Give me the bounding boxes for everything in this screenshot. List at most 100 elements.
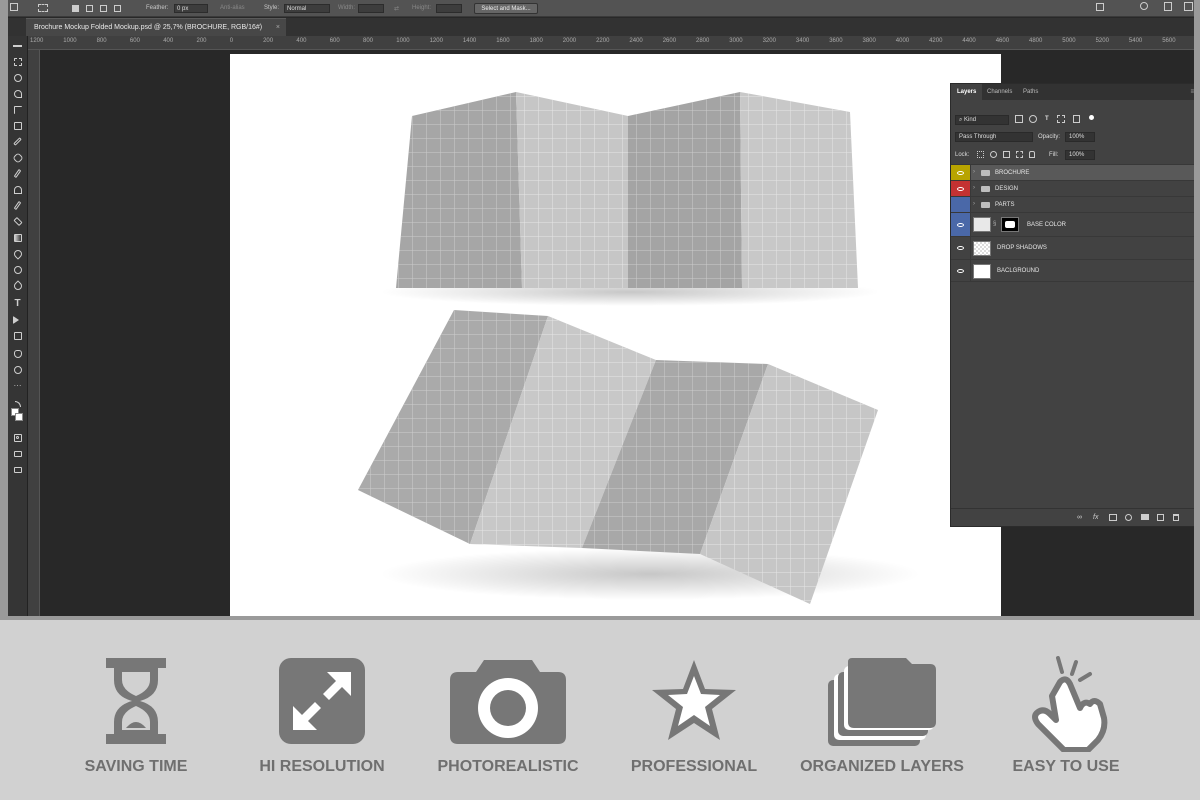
blend-mode-select[interactable]: Pass Through [955, 132, 1033, 142]
layer-row-parts[interactable]: › PARTS [951, 196, 1194, 212]
ruler-tick-label: 1200 [30, 38, 44, 44]
lock-pixels-icon[interactable] [990, 151, 997, 158]
antialias-checkbox[interactable]: Anti-alias [220, 5, 245, 11]
filter-shape-icon[interactable] [1057, 115, 1065, 123]
expand-arrows-icon [279, 658, 365, 744]
path-selection-tool-icon[interactable] [11, 314, 24, 325]
expand-chevron-icon[interactable]: › [973, 201, 975, 207]
width-input[interactable] [358, 4, 384, 13]
expand-chevron-icon[interactable]: › [973, 185, 975, 191]
visibility-eye-icon[interactable] [951, 237, 971, 259]
tab-paths[interactable]: Paths [1017, 84, 1044, 100]
feather-input[interactable]: 0 px [174, 4, 208, 13]
layer-thumbnail [973, 217, 991, 232]
layer-name: BROCHURE [995, 170, 1030, 176]
visibility-eye-icon[interactable] [951, 181, 971, 196]
visibility-toggle-off[interactable] [951, 197, 971, 212]
layer-row-brochure[interactable]: › BROCHURE [951, 164, 1194, 180]
style-select[interactable]: Normal [284, 4, 330, 13]
swap-icon[interactable]: ⇄ [394, 5, 399, 12]
screen-mode-icon[interactable] [11, 448, 24, 459]
hand-tool-icon[interactable] [11, 348, 24, 359]
subtract-selection-icon[interactable] [100, 5, 107, 12]
lock-artboard-icon[interactable] [1016, 151, 1023, 158]
height-input[interactable] [436, 4, 462, 13]
lock-position-icon[interactable] [1003, 151, 1010, 158]
tab-channels[interactable]: Channels [981, 84, 1018, 100]
layer-mask-thumbnail[interactable] [1001, 217, 1019, 232]
close-tab-icon[interactable]: × [276, 19, 280, 37]
document-tab[interactable]: Brochure Mockup Folded Mockup.psd @ 25,7… [26, 18, 286, 36]
add-mask-icon[interactable] [1109, 514, 1117, 521]
filter-smart-object-icon[interactable] [1073, 115, 1080, 123]
color-swatches[interactable] [11, 408, 24, 424]
layer-row-design[interactable]: › DESIGN [951, 180, 1194, 196]
visibility-eye-icon[interactable] [951, 213, 971, 236]
crop-tool-icon[interactable] [11, 104, 24, 115]
home-icon[interactable] [10, 3, 18, 11]
filter-kind-select[interactable]: ⌕ Kind [955, 115, 1009, 125]
rectangle-tool-icon[interactable] [11, 330, 24, 341]
share-icon[interactable] [1096, 3, 1104, 11]
quick-mask-icon[interactable] [11, 432, 24, 443]
ruler-tick-label: 2000 [562, 38, 577, 44]
new-selection-icon[interactable] [72, 5, 79, 12]
star-icon [652, 660, 736, 740]
link-layers-icon[interactable]: ∞ [1077, 514, 1082, 521]
tab-layers[interactable]: Layers [951, 84, 983, 100]
ruler-tick-label: 4000 [895, 38, 910, 44]
brush-tool-icon[interactable] [11, 168, 24, 179]
lock-transparent-icon[interactable] [977, 151, 984, 158]
ruler-tick-label: 1400 [462, 38, 477, 44]
workspace-icon[interactable] [1164, 2, 1172, 11]
new-group-icon[interactable] [1141, 514, 1149, 520]
more-tools-icon[interactable]: ··· [11, 380, 24, 391]
opacity-input[interactable]: 100% [1065, 132, 1095, 142]
history-brush-tool-icon[interactable] [11, 200, 24, 211]
frame-icon[interactable] [1184, 2, 1193, 11]
layer-row-drop-shadows[interactable]: DROP SHADOWS [951, 236, 1194, 259]
filter-adjustment-icon[interactable] [1029, 115, 1037, 123]
ruler-tick-label: 3600 [829, 38, 843, 44]
fill-input[interactable]: 100% [1065, 150, 1095, 160]
panel-menu-icon[interactable]: ≡ [1184, 84, 1194, 100]
lock-all-icon[interactable] [1029, 151, 1035, 158]
layer-row-background[interactable]: BACLGROUND [951, 259, 1194, 282]
add-selection-icon[interactable] [86, 5, 93, 12]
healing-brush-tool-icon[interactable] [11, 151, 24, 164]
frame-tool-icon[interactable] [11, 120, 24, 131]
type-tool-icon[interactable]: T [11, 298, 24, 309]
new-layer-icon[interactable] [1157, 514, 1164, 521]
visibility-eye-icon[interactable] [951, 260, 971, 281]
marquee-tool-icon[interactable] [38, 4, 48, 12]
move-tool-icon[interactable] [11, 40, 24, 51]
lasso-tool-icon[interactable] [11, 72, 24, 83]
document-canvas[interactable] [230, 54, 1001, 616]
filter-type-icon[interactable]: T [1045, 114, 1049, 125]
zoom-tool-icon[interactable] [11, 364, 24, 375]
quick-select-tool-icon[interactable] [11, 88, 24, 99]
pen-tool-icon[interactable] [11, 279, 24, 292]
eraser-tool-icon[interactable] [11, 216, 24, 227]
blur-tool-icon[interactable] [11, 247, 24, 260]
filter-pixel-icon[interactable] [1015, 115, 1023, 123]
layer-row-base-color[interactable]: § BASE COLOR [951, 212, 1194, 236]
dodge-tool-icon[interactable] [11, 264, 24, 275]
eyedropper-tool-icon[interactable] [11, 136, 24, 147]
visibility-eye-icon[interactable] [951, 165, 971, 180]
edit-toolbar-icon[interactable] [11, 464, 24, 475]
layer-style-icon[interactable]: fx [1093, 514, 1098, 521]
delete-layer-icon[interactable] [1173, 514, 1179, 521]
marquee-tool-icon[interactable] [11, 56, 24, 67]
panel-tabs: Layers Channels Paths ≡ [951, 84, 1194, 100]
intersect-selection-icon[interactable] [114, 5, 121, 12]
expand-chevron-icon[interactable]: › [973, 169, 975, 175]
background-color-swatch[interactable] [15, 413, 23, 421]
mask-link-icon[interactable]: § [993, 221, 996, 227]
select-and-mask-button[interactable]: Select and Mask... [474, 3, 538, 14]
search-icon[interactable] [1140, 2, 1148, 10]
clone-stamp-tool-icon[interactable] [11, 184, 24, 195]
filter-toggle-icon[interactable] [1089, 115, 1094, 120]
adjustment-layer-icon[interactable] [1125, 514, 1132, 521]
gradient-tool-icon[interactable] [11, 232, 24, 243]
